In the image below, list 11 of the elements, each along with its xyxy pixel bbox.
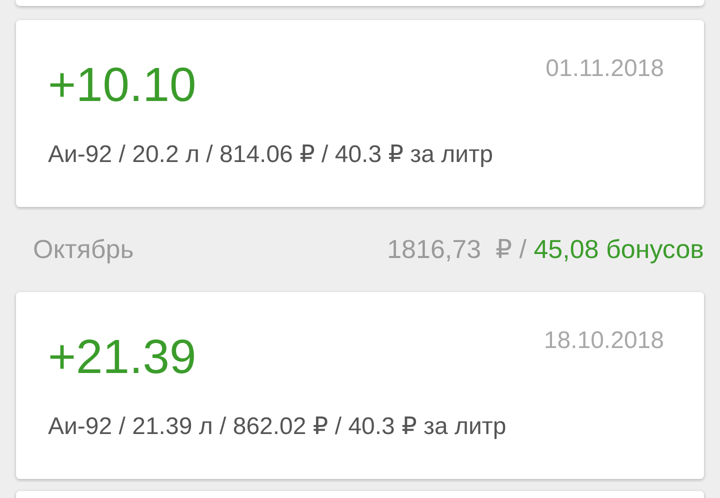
bonus-amount: +10.10 (48, 58, 196, 114)
card-background[interactable]: +10.10 01.11.2018 Аи-92 / 20.2 л / 814.06 ₽ / 40.3 ₽ за литр (16, 20, 704, 207)
fuel-details: Аи-92 / 21.39 л / 862.02 ₽ / 40.3 ₽ за литр (48, 412, 508, 442)
month-bonus: 45,08 бонусов (534, 234, 704, 264)
bonus-amount: +21.39 (48, 330, 196, 386)
transaction-date: 01.11.2018 (546, 54, 664, 84)
month-name: Октябрь (33, 234, 134, 265)
card-background[interactable]: +21.39 18.10.2018 Аи-92 / 21.39 л / 862.02 ₽ / 40.3 ₽ за литр (16, 292, 704, 479)
fuel-details: Аи-92 / 20.2 л / 814.06 ₽ / 40.3 ₽ за литр (48, 140, 494, 170)
month-total: 1816,73 ₽ / (387, 234, 528, 264)
transaction-date: 18.10.2018 (544, 326, 664, 356)
